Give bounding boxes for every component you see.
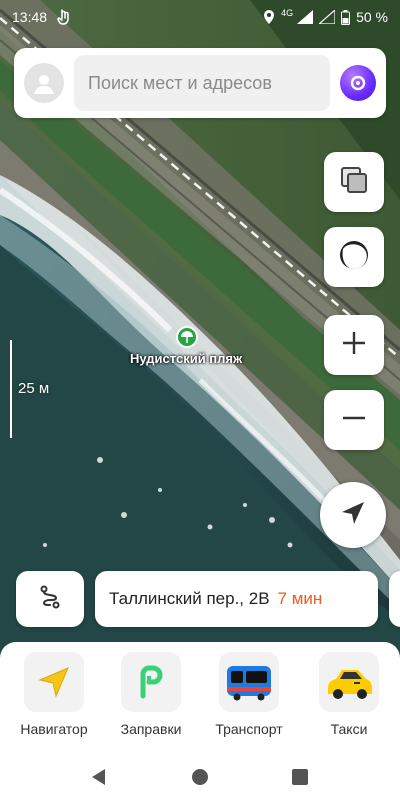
- service-label: Такси: [330, 721, 368, 737]
- map-mode-icon: [337, 238, 371, 277]
- my-location-button[interactable]: [320, 482, 386, 548]
- user-avatar-icon[interactable]: [24, 63, 64, 103]
- scale-bar: [10, 340, 12, 438]
- scale-label: 25 м: [18, 380, 50, 397]
- service-taxi[interactable]: Такси: [304, 652, 394, 737]
- route-button[interactable]: [16, 571, 84, 627]
- poi-label[interactable]: Нудистский пляж: [130, 351, 242, 366]
- search-card: Поиск мест и адресов: [14, 48, 386, 118]
- search-input[interactable]: Поиск мест и адресов: [74, 55, 330, 111]
- fuel-app-icon: [121, 652, 181, 712]
- route-address: Таллинский пер., 2В: [109, 589, 270, 608]
- gesture-icon: [57, 9, 71, 25]
- status-bar: 13:48 4G 50 %: [0, 0, 400, 34]
- alice-assistant-icon[interactable]: [340, 65, 376, 101]
- back-icon[interactable]: [88, 766, 110, 788]
- battery-icon: [341, 9, 351, 25]
- suggested-route-chip[interactable]: Таллинский пер., 2В 7 мин: [95, 571, 378, 627]
- signal-icon-2: [319, 10, 336, 24]
- battery-percent: 50 %: [356, 9, 388, 25]
- map-mode-button[interactable]: [324, 227, 384, 287]
- beach-umbrella-icon[interactable]: [176, 326, 198, 348]
- recents-icon[interactable]: [289, 766, 311, 788]
- bottom-sheet: Навигатор Заправки Транспорт Такси: [0, 642, 400, 800]
- route-eta: 7 мин: [277, 589, 323, 608]
- service-navigator[interactable]: Навигатор: [9, 652, 99, 737]
- home-icon[interactable]: [189, 766, 211, 788]
- layers-icon: [339, 165, 369, 200]
- service-label: Навигатор: [20, 721, 88, 737]
- layers-button[interactable]: [324, 152, 384, 212]
- plus-icon: [341, 330, 367, 361]
- location-icon: [263, 9, 275, 25]
- next-route-chip[interactable]: [389, 571, 400, 627]
- service-transport[interactable]: Транспорт: [204, 652, 294, 737]
- signal-icon: [297, 10, 314, 24]
- service-label: Транспорт: [215, 721, 283, 737]
- navigator-icon: [24, 652, 84, 712]
- network-type: 4G: [281, 8, 294, 18]
- service-label: Заправки: [120, 721, 182, 737]
- service-fuel[interactable]: Заправки: [106, 652, 196, 737]
- system-nav-bar: [0, 752, 400, 800]
- services-row: Навигатор Заправки Транспорт Такси: [0, 652, 400, 752]
- route-icon: [37, 584, 63, 615]
- bus-icon: [219, 652, 279, 712]
- status-time: 13:48: [12, 9, 48, 25]
- zoom-out-button[interactable]: [324, 390, 384, 450]
- zoom-in-button[interactable]: [324, 315, 384, 375]
- navigation-arrow-icon: [340, 500, 366, 531]
- minus-icon: [341, 405, 367, 436]
- taxi-car-icon: [319, 652, 379, 712]
